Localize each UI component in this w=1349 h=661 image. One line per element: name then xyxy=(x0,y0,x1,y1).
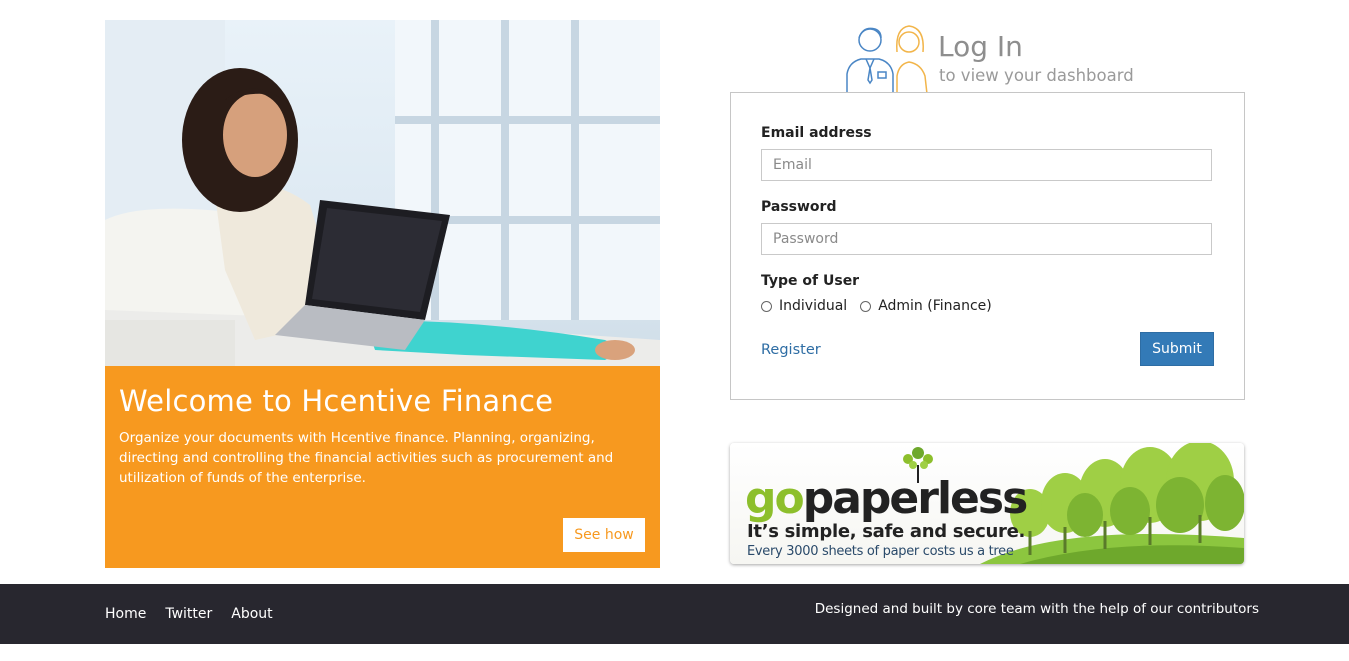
hero-photo xyxy=(105,20,660,366)
banner-tagline: It’s simple, safe and secure. xyxy=(747,521,1026,542)
user-type-radio-group: Individual Admin (Finance) xyxy=(761,298,1005,314)
footer: Home Twitter About Designed and built by… xyxy=(0,584,1349,644)
go-paperless-logo: gopaperless xyxy=(745,473,1028,524)
footer-link-twitter[interactable]: Twitter xyxy=(165,606,212,622)
email-label: Email address xyxy=(761,125,872,141)
hero-description: Organize your documents with Hcentive fi… xyxy=(119,430,614,486)
go-paperless-banner: gopaperless It’s simple, safe and secure… xyxy=(730,443,1244,564)
woman-with-laptop-image xyxy=(105,20,660,366)
footer-credit: Designed and built by core team with the… xyxy=(814,601,1259,617)
hero-text: Welcome to Hcentive Finance Organize you… xyxy=(119,384,639,488)
hero-panel: Welcome to Hcentive Finance Organize you… xyxy=(105,20,660,568)
login-form: Email address Password Type of User Indi… xyxy=(730,92,1245,400)
login-subtitle: to view your dashboard xyxy=(939,66,1134,85)
footer-nav: Home Twitter About xyxy=(105,606,292,622)
users-icon xyxy=(846,25,928,94)
male-user-icon xyxy=(846,27,894,94)
footer-link-about[interactable]: About xyxy=(231,606,272,622)
login-title: Log In xyxy=(938,30,1023,63)
password-field[interactable] xyxy=(761,223,1212,255)
login-header: Log In to view your dashboard xyxy=(845,22,1165,94)
radio-button[interactable] xyxy=(761,300,772,312)
password-label: Password xyxy=(761,199,837,215)
radio-individual-label: Individual xyxy=(779,298,848,314)
see-how-button[interactable]: See how xyxy=(563,518,645,552)
banner-note: Every 3000 sheets of paper costs us a tr… xyxy=(747,544,1014,559)
female-user-icon xyxy=(896,25,928,94)
register-link[interactable]: Register xyxy=(761,342,821,358)
hero-title: Welcome to Hcentive Finance xyxy=(119,384,554,418)
radio-admin-finance[interactable]: Admin (Finance) xyxy=(860,298,992,314)
radio-individual[interactable]: Individual xyxy=(761,298,847,314)
radio-button[interactable] xyxy=(860,300,872,312)
email-field[interactable] xyxy=(761,149,1212,181)
user-type-label: Type of User xyxy=(761,273,860,289)
radio-admin-label: Admin (Finance) xyxy=(878,298,992,314)
footer-link-home[interactable]: Home xyxy=(105,606,146,622)
submit-button[interactable]: Submit xyxy=(1140,332,1214,366)
